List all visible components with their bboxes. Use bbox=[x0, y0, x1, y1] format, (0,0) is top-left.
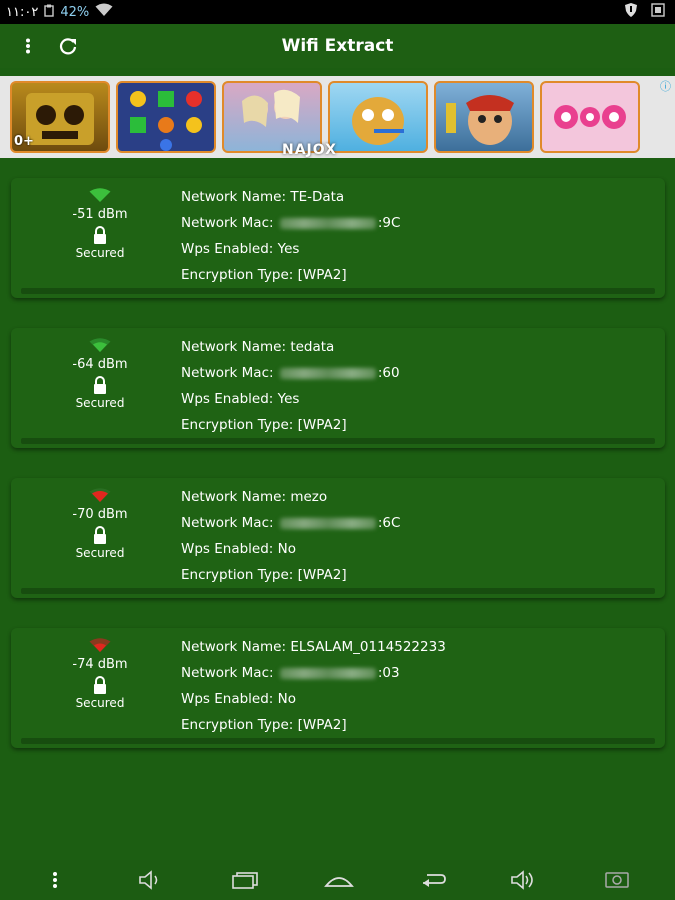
card-divider bbox=[21, 738, 655, 744]
screenshot-icon[interactable] bbox=[602, 868, 632, 892]
encryption-type: Encryption Type: [WPA2] bbox=[181, 567, 347, 583]
network-mac-suffix: :03 bbox=[377, 665, 400, 681]
network-details: Network Name: TE-Data Network Mac: :9C W… bbox=[181, 184, 400, 288]
network-mac: Network Mac: :6C bbox=[181, 510, 400, 536]
mac-redacted bbox=[279, 517, 376, 529]
clipboard-icon bbox=[44, 4, 55, 21]
ad-tile-temple-run[interactable]: 0+ bbox=[10, 81, 110, 153]
network-mac: Network Mac: :60 bbox=[181, 360, 400, 386]
wifi-signal-icon bbox=[89, 338, 111, 352]
status-left: ١١:٠٢ 42% bbox=[0, 3, 113, 21]
app-bar: Wifi Extract bbox=[0, 24, 675, 68]
more-vert-icon[interactable] bbox=[40, 868, 70, 892]
shield-icon bbox=[625, 3, 637, 21]
ad-tile-talking-tom[interactable] bbox=[328, 81, 428, 153]
network-card[interactable]: -70 dBm Secured Network Name: mezo Netwo… bbox=[11, 478, 665, 598]
wifi-signal-icon bbox=[89, 188, 111, 202]
network-mac-suffix: :60 bbox=[377, 365, 400, 381]
encryption-type: Encryption Type: [WPA2] bbox=[181, 417, 347, 433]
battery-percent: 42% bbox=[60, 4, 90, 20]
mac-redacted bbox=[279, 667, 376, 679]
wifi-signal-icon bbox=[95, 3, 113, 21]
lock-icon bbox=[94, 376, 106, 394]
card-divider bbox=[21, 588, 655, 594]
network-mac-label: Network Mac: bbox=[181, 215, 278, 231]
encryption-type: Encryption Type: [WPA2] bbox=[181, 717, 347, 733]
lock-icon bbox=[94, 226, 106, 244]
network-mac-label: Network Mac: bbox=[181, 365, 278, 381]
security-label: Secured bbox=[75, 696, 125, 710]
refresh-icon[interactable] bbox=[56, 35, 80, 57]
recent-apps-icon[interactable] bbox=[230, 868, 260, 892]
status-bar: ١١:٠٢ 42% bbox=[0, 0, 675, 24]
network-mac-label: Network Mac: bbox=[181, 665, 278, 681]
ad-banner[interactable]: 0+ ⓘ bbox=[0, 76, 675, 158]
signal-strength: -64 dBm bbox=[72, 357, 128, 372]
wifi-signal-icon bbox=[89, 638, 111, 652]
mac-redacted bbox=[279, 367, 376, 379]
lock-icon bbox=[94, 676, 106, 694]
card-divider bbox=[21, 288, 655, 294]
ad-age-rating: 0+ bbox=[14, 134, 34, 149]
more-vert-icon[interactable] bbox=[16, 35, 40, 57]
network-details: Network Name: ELSALAM_0114522233 Network… bbox=[181, 634, 446, 738]
clock-text: ١١:٠٢ bbox=[6, 4, 39, 20]
app-title: Wifi Extract bbox=[281, 36, 394, 56]
network-mac: Network Mac: :03 bbox=[181, 660, 446, 686]
wps-enabled: Wps Enabled: No bbox=[181, 541, 296, 557]
network-card[interactable]: -64 dBm Secured Network Name: tedata Net… bbox=[11, 328, 665, 448]
back-icon[interactable] bbox=[418, 868, 448, 892]
network-card[interactable]: -74 dBm Secured Network Name: ELSALAM_01… bbox=[11, 628, 665, 748]
status-right bbox=[625, 3, 675, 21]
wps-enabled: Wps Enabled: No bbox=[181, 691, 296, 707]
signal-column: -64 dBm Secured bbox=[63, 338, 137, 410]
lock-icon bbox=[94, 526, 106, 544]
home-icon[interactable] bbox=[324, 868, 354, 892]
network-mac-suffix: :9C bbox=[377, 215, 401, 231]
nav-bar bbox=[0, 860, 675, 900]
ad-tile-candy-crush[interactable] bbox=[116, 81, 216, 153]
signal-strength: -51 dBm bbox=[72, 207, 128, 222]
volume-up-icon[interactable] bbox=[508, 868, 538, 892]
card-divider bbox=[21, 438, 655, 444]
signal-column: -74 dBm Secured bbox=[63, 638, 137, 710]
signal-column: -51 dBm Secured bbox=[63, 188, 137, 260]
screenshot-icon bbox=[651, 3, 665, 21]
mac-redacted bbox=[279, 217, 376, 229]
security-label: Secured bbox=[75, 246, 125, 260]
signal-strength: -74 dBm bbox=[72, 657, 128, 672]
ad-tile-fidget-spinner[interactable] bbox=[540, 81, 640, 153]
security-label: Secured bbox=[75, 546, 125, 560]
ad-tile-subway-surfers[interactable] bbox=[434, 81, 534, 153]
wifi-signal-icon bbox=[89, 488, 111, 502]
network-mac-suffix: :6C bbox=[377, 515, 401, 531]
signal-strength: -70 dBm bbox=[72, 507, 128, 522]
network-details: Network Name: mezo Network Mac: :6C Wps … bbox=[181, 484, 400, 588]
wps-enabled: Wps Enabled: Yes bbox=[181, 391, 300, 407]
security-label: Secured bbox=[75, 396, 125, 410]
network-details: Network Name: tedata Network Mac: :60 Wp… bbox=[181, 334, 400, 438]
network-mac-label: Network Mac: bbox=[181, 515, 278, 531]
encryption-type: Encryption Type: [WPA2] bbox=[181, 267, 347, 283]
network-name: Network Name: TE-Data bbox=[181, 189, 345, 205]
signal-column: -70 dBm Secured bbox=[63, 488, 137, 560]
network-card[interactable]: -51 dBm Secured Network Name: TE-Data Ne… bbox=[11, 178, 665, 298]
network-mac: Network Mac: :9C bbox=[181, 210, 400, 236]
network-name: Network Name: mezo bbox=[181, 489, 328, 505]
ad-info-icon[interactable]: ⓘ bbox=[660, 78, 671, 94]
wps-enabled: Wps Enabled: Yes bbox=[181, 241, 300, 257]
ad-brand: NAJOX bbox=[282, 142, 337, 158]
volume-down-icon[interactable] bbox=[136, 868, 166, 892]
network-name: Network Name: ELSALAM_0114522233 bbox=[181, 639, 446, 655]
network-name: Network Name: tedata bbox=[181, 339, 335, 355]
